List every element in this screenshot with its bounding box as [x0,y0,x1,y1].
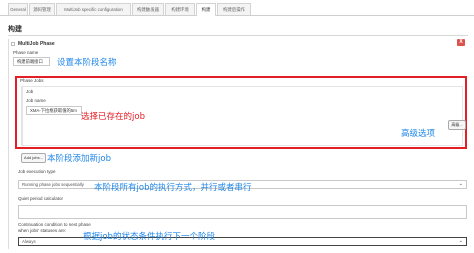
tab-build-triggers[interactable]: 构建触发器 [132,3,164,15]
tab-build[interactable]: 构建 [196,3,216,16]
annotation-set-name: 设置本阶段名称 [57,58,117,68]
phase-title: MultiJob Phase [18,41,55,47]
annotation-choose-job: 选择已存在的job [81,112,145,122]
chevron-down-icon: ⌄ [458,181,463,187]
tab-general[interactable]: General [8,3,28,15]
job-section-label: Job [26,89,34,94]
add-jobs-button[interactable]: Add jobs... [21,153,46,163]
annotation-advanced: 高级选项 [401,129,436,139]
phase-jobs-label: Phase Jobs [20,78,44,83]
section-divider [8,35,468,36]
tab-post-build[interactable]: 构建后操作 [217,3,251,15]
continuation-sublabel: when jobs' statuses are: [18,228,67,233]
tab-source-control[interactable]: 源码管理 [29,3,55,15]
advanced-button[interactable]: 高级... [448,120,466,130]
drag-handle-icon[interactable] [11,42,15,46]
annotation-add-job: 本阶段添加新job [47,154,111,164]
phase-name-label: Phase name [13,50,39,55]
delete-phase-button[interactable]: X [457,39,465,46]
continuation-value: Always [22,239,36,244]
job-name-input[interactable]: XMA-下拉框获取值的5m [26,106,82,115]
annotation-condition: 根据job的状态条件执行下一个阶段 [83,232,215,242]
annotation-execution: 本阶段所有job的执行方式，并行或者串行 [94,183,252,193]
tab-build-env[interactable]: 构建环境 [165,3,195,15]
config-tabs: General 源码管理 MultiJob specific configura… [0,3,474,16]
quiet-period-label: Quiet period calculator [18,196,64,201]
execution-type-value: Running phase jobs sequentially [22,182,84,187]
multijob-phase: MultiJob Phase X Phase name 构建前端接口 设置本阶段… [8,39,471,249]
execution-type-label: Job execution type [18,169,56,174]
phase-name-input[interactable]: 构建前端接口 [13,57,50,66]
tab-multijob-config[interactable]: MultiJob specific configuration [56,3,131,15]
section-title: 构建 [8,26,22,33]
continuation-label: Continuation condition to next phase [18,222,91,227]
job-name-label: Job name [26,98,46,103]
chevron-down-icon: ⌄ [458,238,463,244]
quiet-period-input[interactable] [18,205,467,219]
